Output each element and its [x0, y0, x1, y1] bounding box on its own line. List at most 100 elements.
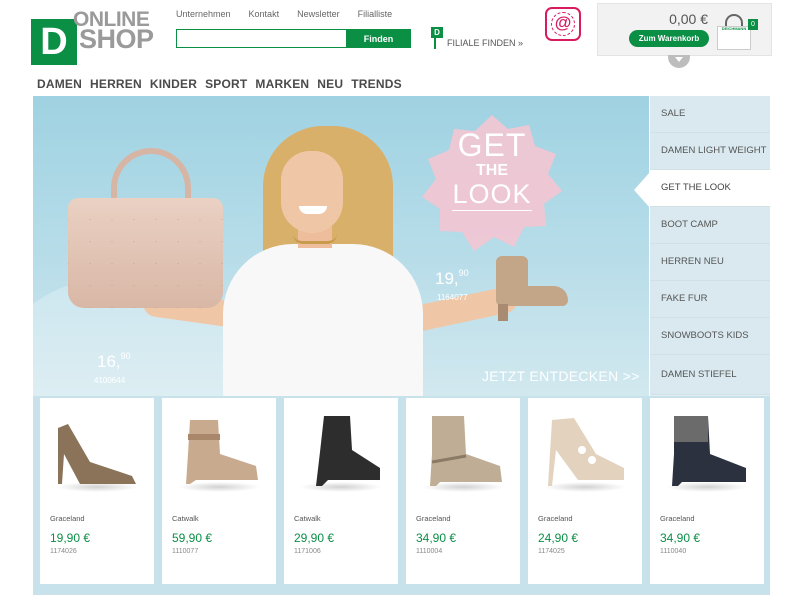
product-card[interactable]: Graceland 34,90 € 1110004 — [406, 398, 520, 584]
badge-look: LOOK — [452, 179, 532, 211]
filiale-finden-link[interactable]: D FILIALE FINDEN » — [431, 27, 523, 49]
toplink-filialliste[interactable]: Filialliste — [358, 9, 393, 19]
cart-amount: 0,00 € — [669, 11, 708, 27]
bag-brand: DEICHMANN — [721, 26, 747, 31]
boot-price-int: 19, — [435, 269, 459, 288]
product-image[interactable] — [538, 410, 632, 490]
store-flag-icon: D — [431, 27, 443, 49]
product-image[interactable] — [416, 410, 510, 490]
product-article-number: 1110040 — [660, 548, 687, 555]
product-article-number: 1174026 — [50, 548, 77, 555]
nav-herren[interactable]: HERREN — [90, 77, 142, 91]
bag-price-int: 16, — [97, 352, 121, 371]
sidebar-item-label: BOOT CAMP — [661, 219, 718, 230]
hero-boot-article: 1164077 — [437, 293, 468, 302]
product-price: 59,90 € — [172, 531, 213, 545]
sidebar-item-damen-light-weight[interactable]: DAMEN LIGHT WEIGHT — [650, 133, 770, 170]
product-brand: Graceland — [416, 514, 451, 523]
sidebar-item-get-the-look[interactable]: GET THE LOOK — [650, 170, 770, 207]
toplink-kontakt[interactable]: Kontakt — [249, 9, 280, 19]
store-flag-letter: D — [431, 27, 443, 38]
toplink-unternehmen[interactable]: Unternehmen — [176, 9, 231, 19]
nav-trends[interactable]: TRENDS — [351, 77, 402, 91]
product-price: 34,90 € — [416, 531, 457, 545]
search-button[interactable]: Finden — [346, 29, 411, 48]
product-article-number: 1110077 — [172, 548, 199, 555]
sidebar-item-damen-stiefel[interactable]: DAMEN STIEFEL — [650, 355, 770, 395]
chevron-right-icon: » — [518, 38, 524, 48]
hero-bag-article: 4100644 — [94, 376, 126, 385]
sidebar-item-label: GET THE LOOK — [661, 182, 731, 193]
boot-price-dec: 90 — [458, 268, 469, 278]
sidebar-item-label: DAMEN LIGHT WEIGHT — [661, 145, 767, 156]
nav-damen[interactable]: DAMEN — [37, 77, 82, 91]
sidebar-item-label: SNOWBOOTS KIDS — [661, 330, 749, 341]
product-image[interactable] — [172, 410, 266, 490]
toplink-newsletter[interactable]: Newsletter — [297, 9, 340, 19]
nav-kinder[interactable]: KINDER — [150, 77, 197, 91]
product-brand: Graceland — [50, 514, 85, 523]
nav-neu[interactable]: NEU — [317, 77, 343, 91]
product-image[interactable] — [660, 410, 754, 490]
sidebar-item-label: FAKE FUR — [661, 293, 708, 304]
product-card[interactable]: Graceland 34,90 € 1110040 — [650, 398, 764, 584]
boot-heel — [498, 304, 508, 321]
model-face — [281, 151, 343, 233]
product-price: 19,90 € — [50, 531, 91, 545]
boot-foot — [496, 286, 568, 306]
model-smile — [299, 206, 327, 214]
handbag-quilt — [68, 198, 223, 308]
sidebar-item-snowboots-kids[interactable]: SNOWBOOTS KIDS — [650, 318, 770, 355]
logo-shop-text[interactable]: SHOP — [79, 24, 154, 55]
product-article-number: 1171006 — [294, 548, 321, 555]
product-brand: Catwalk — [294, 514, 321, 523]
product-price: 29,90 € — [294, 531, 335, 545]
sidebar-item-fake-fur[interactable]: FAKE FUR — [650, 281, 770, 318]
at-symbol: @ — [554, 13, 572, 32]
sidebar-item-sale[interactable]: SALE — [650, 96, 770, 133]
product-image[interactable] — [294, 410, 388, 490]
cart-count-badge: 0 — [748, 19, 758, 30]
nav-sport[interactable]: SPORT — [205, 77, 247, 91]
product-price: 24,90 € — [538, 531, 579, 545]
product-brand: Catwalk — [172, 514, 199, 523]
top-links: Unternehmen Kontakt Newsletter Filiallis… — [176, 9, 392, 19]
product-price: 34,90 € — [660, 531, 701, 545]
sidebar-item-label: HERREN NEU — [661, 256, 724, 267]
store-flag-pole — [434, 38, 436, 49]
product-brand: Graceland — [660, 514, 695, 523]
sidebar-item-herren-neu[interactable]: HERREN NEU — [650, 244, 770, 281]
logo-letter: D — [40, 21, 68, 63]
hero-banner[interactable]: 16,90 4100644 19,90 1164077 GET THE LOOK… — [33, 96, 649, 396]
product-card[interactable]: Graceland 19,90 € 1174026 — [40, 398, 154, 584]
hero-bag-price: 16,90 — [97, 351, 131, 372]
logo-d-box[interactable]: D — [31, 19, 77, 65]
sidebar-item-boot-camp[interactable]: BOOT CAMP — [650, 207, 770, 244]
product-article-number: 1174025 — [538, 548, 565, 555]
sidebar-item-label: DAMEN STIEFEL — [661, 368, 737, 380]
model-necklace — [293, 234, 337, 244]
filiale-finden-label: FILIALE FINDEN » — [447, 38, 523, 49]
badge-get: GET — [457, 127, 527, 163]
badge-the: THE — [476, 162, 508, 179]
cart-button[interactable]: Zum Warenkorb — [629, 30, 709, 47]
cart-box: 0,00 € Zum Warenkorb DEICHMANN 0 — [597, 3, 772, 56]
product-card[interactable]: Catwalk 59,90 € 1110077 — [162, 398, 276, 584]
main-nav: DAMEN HERREN KINDER SPORT MARKEN NEU TRE… — [37, 77, 402, 91]
badge-text: GET THE LOOK — [425, 128, 559, 211]
product-card[interactable]: Graceland 24,90 € 1174025 — [528, 398, 642, 584]
chevron-down-icon — [675, 57, 683, 62]
ankle-boot-image[interactable] — [488, 256, 568, 321]
newsletter-at-icon[interactable]: @ — [545, 7, 581, 41]
hero-boot-price: 19,90 — [435, 268, 469, 289]
jetzt-entdecken-link[interactable]: JETZT ENTDECKEN >> — [482, 368, 640, 384]
cart-expand-tab[interactable] — [668, 55, 690, 68]
product-article-number: 1110004 — [416, 548, 443, 555]
search-input[interactable] — [176, 29, 346, 48]
product-brand: Graceland — [538, 514, 573, 523]
filiale-label-text: FILIALE FINDEN — [447, 38, 516, 48]
product-image[interactable] — [50, 410, 144, 490]
product-card[interactable]: Catwalk 29,90 € 1171006 — [284, 398, 398, 584]
nav-marken[interactable]: MARKEN — [255, 77, 309, 91]
bag-price-dec: 90 — [120, 351, 131, 361]
